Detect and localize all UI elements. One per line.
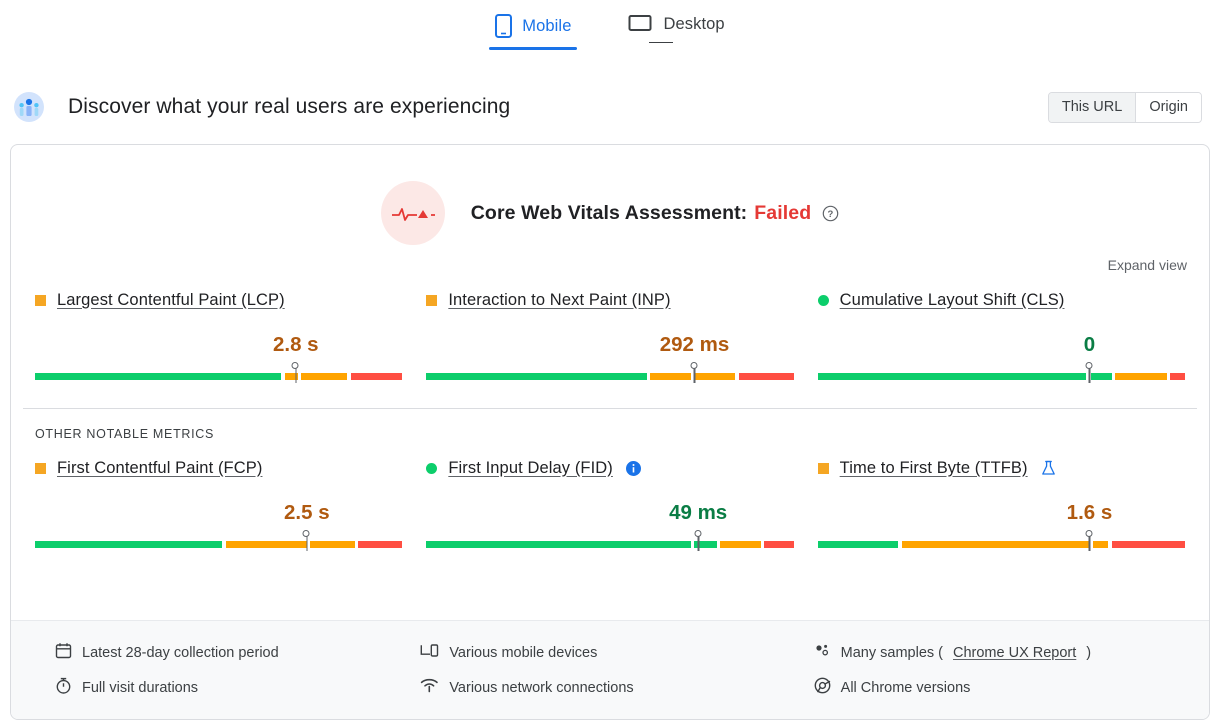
metric-fid-bar — [426, 530, 793, 550]
metric-ttfb-value-row: 1.6 s — [818, 491, 1185, 525]
metric-fid: First Input Delay (FID) 49 ms — [414, 457, 805, 550]
footer-label: All Chrome versions — [841, 680, 971, 696]
metric-inp-value-row: 292 ms — [426, 323, 793, 357]
metric-ttfb-value: 1.6 s — [1067, 501, 1113, 525]
metric-ttfb: Time to First Byte (TTFB) 1.6 s — [806, 457, 1197, 550]
mobile-phone-icon — [495, 14, 512, 38]
metric-inp: Interaction to Next Paint (INP) 292 ms — [414, 289, 805, 382]
metric-cls-bar — [818, 362, 1185, 382]
footer-item-collection-period: Latest 28-day collection period — [55, 635, 410, 670]
status-square-icon — [35, 295, 46, 306]
scope-button-origin[interactable]: Origin — [1135, 93, 1201, 122]
metric-lcp-value: 2.8 s — [273, 333, 319, 357]
status-square-icon — [35, 463, 46, 474]
status-circle-icon — [818, 295, 829, 306]
metric-cls: Cumulative Layout Shift (CLS) 0 — [806, 289, 1197, 382]
device-tab-bar: Mobile Desktop — [0, 0, 1220, 56]
metric-inp-head: Interaction to Next Paint (INP) — [426, 289, 793, 311]
metric-fid-value-row: 49 ms — [426, 491, 793, 525]
metric-fcp-head: First Contentful Paint (FCP) — [35, 457, 402, 479]
experimental-flask-icon[interactable] — [1041, 460, 1056, 477]
footer-label: Various mobile devices — [449, 645, 597, 661]
footer-item-visit-durations: Full visit durations — [55, 670, 410, 705]
discover-header: Discover what your real users are experi… — [0, 78, 1220, 136]
scope-toggle: This URL Origin — [1048, 92, 1202, 123]
footer-label: Latest 28-day collection period — [82, 645, 279, 661]
footer-item-chrome-versions: All Chrome versions — [814, 670, 1209, 705]
footer-item-devices: Various mobile devices — [420, 635, 809, 670]
metric-ttfb-bar — [818, 530, 1185, 550]
chrome-icon — [814, 677, 831, 698]
status-square-icon — [818, 463, 829, 474]
laptop-icon — [627, 14, 653, 34]
other-metrics-title: OTHER NOTABLE METRICS — [23, 409, 1209, 441]
stopwatch-icon — [55, 677, 72, 698]
calendar-icon — [55, 642, 72, 663]
tab-mobile-label: Mobile — [522, 18, 571, 35]
footer-label: Full visit durations — [82, 680, 198, 696]
chrome-ux-report-link[interactable]: Chrome UX Report — [953, 645, 1076, 661]
metric-fid-label[interactable]: First Input Delay (FID) — [448, 459, 613, 478]
status-badge: Failed — [754, 202, 811, 225]
footer-label: Various network connections — [449, 680, 633, 696]
footer-item-samples: Many samples ( Chrome UX Report) — [814, 635, 1209, 670]
metric-ttfb-head: Time to First Byte (TTFB) — [818, 457, 1185, 479]
network-signal-icon — [420, 677, 439, 698]
footer-label: Many samples ( — [841, 645, 943, 661]
scope-button-this-url[interactable]: This URL — [1049, 93, 1135, 122]
footer-column-1: Latest 28-day collection period Full vis… — [11, 635, 410, 705]
metric-fcp-value: 2.5 s — [284, 501, 330, 525]
footer-label-suffix: ) — [1086, 645, 1091, 661]
info-icon[interactable] — [626, 461, 641, 476]
metric-fcp-label[interactable]: First Contentful Paint (FCP) — [57, 459, 262, 478]
metric-fid-head: First Input Delay (FID) — [426, 457, 793, 479]
tab-desktop-label: Desktop — [663, 16, 724, 33]
metric-lcp: Largest Contentful Paint (LCP) 2.8 s — [23, 289, 414, 382]
samples-icon — [814, 642, 831, 663]
assessment-label: Core Web Vitals Assessment: — [471, 202, 748, 225]
metric-cls-label[interactable]: Cumulative Layout Shift (CLS) — [840, 291, 1065, 310]
metric-cls-value: 0 — [1084, 333, 1095, 357]
real-users-icon — [14, 92, 44, 122]
page-title: Discover what your real users are experi… — [68, 95, 510, 119]
collection-details-footer: Latest 28-day collection period Full vis… — [11, 620, 1209, 719]
metric-inp-bar — [426, 362, 793, 382]
metric-ttfb-label[interactable]: Time to First Byte (TTFB) — [840, 459, 1028, 478]
failing-vitals-pulse-icon — [381, 181, 445, 245]
footer-column-2: Various mobile devices Various network c… — [410, 635, 809, 705]
svg-text:?: ? — [828, 209, 834, 220]
status-square-icon — [426, 295, 437, 306]
footer-item-network: Various network connections — [420, 670, 809, 705]
metric-inp-label[interactable]: Interaction to Next Paint (INP) — [448, 291, 670, 310]
metric-fcp-value-row: 2.5 s — [35, 491, 402, 525]
metric-fcp: First Contentful Paint (FCP) 2.5 s — [23, 457, 414, 550]
metric-lcp-head: Largest Contentful Paint (LCP) — [35, 289, 402, 311]
tab-desktop[interactable]: Desktop — [621, 10, 730, 46]
other-metrics-grid: First Contentful Paint (FCP) 2.5 s — [11, 441, 1209, 550]
core-metrics-grid: Largest Contentful Paint (LCP) 2.8 s — [11, 273, 1209, 382]
metric-lcp-label[interactable]: Largest Contentful Paint (LCP) — [57, 291, 285, 310]
metric-cls-head: Cumulative Layout Shift (CLS) — [818, 289, 1185, 311]
metric-lcp-value-row: 2.8 s — [35, 323, 402, 357]
footer-column-3: Many samples ( Chrome UX Report) All Chro… — [810, 635, 1209, 705]
core-web-vitals-assessment: Core Web Vitals Assessment: Failed ? — [11, 145, 1209, 245]
metric-fcp-bar — [35, 530, 402, 550]
help-circle-icon[interactable]: ? — [822, 205, 839, 222]
expand-view-row: Expand view — [11, 245, 1209, 273]
metric-cls-value-row: 0 — [818, 323, 1185, 357]
metric-lcp-bar — [35, 362, 402, 382]
status-circle-icon — [426, 463, 437, 474]
metric-fid-value: 49 ms — [669, 501, 727, 525]
devices-icon — [420, 642, 439, 663]
metric-inp-value: 292 ms — [660, 333, 730, 357]
expand-view-button[interactable]: Expand view — [1108, 257, 1187, 273]
field-data-card: Core Web Vitals Assessment: Failed ? Exp… — [10, 144, 1210, 720]
tab-mobile[interactable]: Mobile — [489, 10, 577, 50]
assessment-text: Core Web Vitals Assessment: Failed ? — [471, 202, 839, 225]
